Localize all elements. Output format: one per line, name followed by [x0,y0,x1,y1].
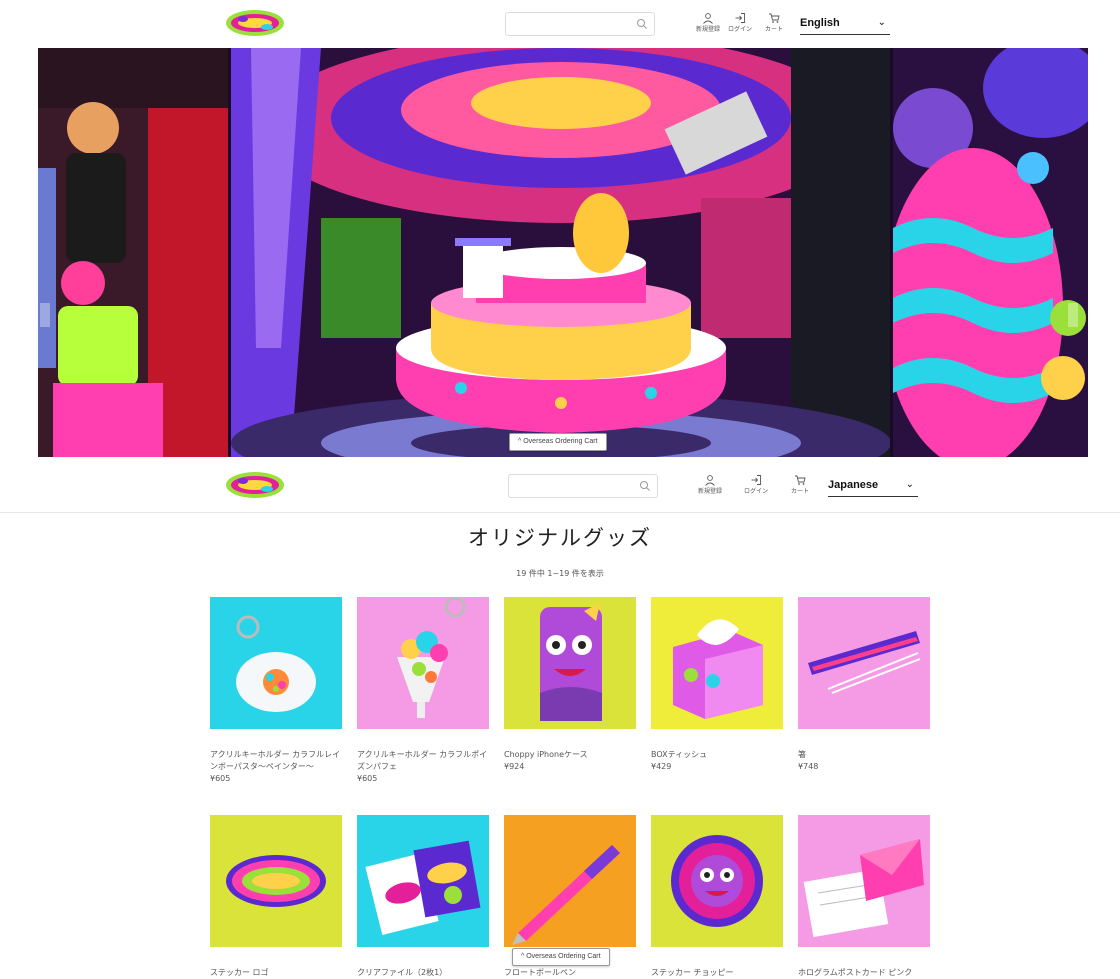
product-card[interactable]: ステッカー ロゴ [210,815,344,979]
kawaii-monster-cafe-logo[interactable] [225,8,285,38]
overseas-cart-label: Overseas Ordering Cart [523,438,598,445]
cart-button[interactable]: カート [782,474,818,502]
cart-icon [795,475,806,485]
hero-slide-center[interactable] [231,48,890,457]
site-header: 新規登録 ログイン カート English ⌄ [0,0,1120,48]
product-image[interactable] [210,815,342,947]
carousel-prev-button[interactable] [40,303,50,327]
search-box[interactable] [508,474,658,499]
signup-button[interactable]: 新規登録 [690,12,726,40]
product-name: ステッカー ロゴ [210,968,269,977]
product-price: ¥429 [651,762,672,771]
result-count: 19 件中 1~19 件を表示 [516,569,604,578]
carousel-next-button[interactable] [1068,303,1078,327]
signup-label: 新規登録 [697,488,722,495]
cart-icon [769,13,780,23]
product-card[interactable]: クリアファイル（2枚1） [357,815,491,979]
product-image[interactable] [651,815,783,947]
product-image[interactable] [504,597,636,729]
product-image[interactable] [798,597,930,729]
product-image[interactable] [651,597,783,729]
kawaii-monster-cafe-logo[interactable] [225,470,285,500]
product-card[interactable]: ステッカー チョッピー [651,815,785,979]
product-image[interactable] [798,815,930,947]
product-card[interactable]: アクリルキーホルダー カラフルレインボーパスタ〜ペインター〜 ¥605 [210,597,344,785]
language-select[interactable]: English ⌄ [800,14,890,35]
product-price: ¥924 [504,762,525,771]
hero-slide-left[interactable] [38,48,228,457]
header-divider [0,512,1120,513]
overseas-cart-label: Overseas Ordering Cart [526,953,601,960]
cart-button[interactable]: カート [756,12,792,40]
product-card[interactable]: BOXティッシュ ¥429 [651,597,785,773]
product-name: アクリルキーホルダー カラフルレインボーパスタ〜ペインター〜 [210,750,341,771]
overseas-cart-button[interactable]: ^ Overseas Ordering Cart [509,433,607,451]
product-card[interactable]: 箸 ¥748 [798,597,932,773]
product-card[interactable]: アクリルキーホルダー カラフルポイズンパフェ ¥605 [357,597,491,785]
login-icon [735,13,745,23]
language-value: English [800,17,840,29]
product-image[interactable] [357,815,489,947]
overseas-cart-button[interactable]: ^ Overseas Ordering Cart [512,948,610,966]
product-name: クリアファイル（2枚1） [357,968,448,977]
signup-label: 新規登録 [695,26,720,33]
hero-carousel[interactable] [38,48,1088,457]
language-select[interactable]: Japanese ⌄ [828,476,918,497]
login-button[interactable]: ログイン [722,12,758,40]
signup-button[interactable]: 新規登録 [692,474,728,502]
product-card[interactable]: Choppy iPhoneケース ¥924 [504,597,638,773]
product-price: ¥605 [210,774,231,783]
search-input[interactable] [513,476,637,499]
page-title: オリジナルグッズ [468,526,652,550]
product-price: ¥748 [798,762,819,771]
cart-label: カート [790,488,809,495]
login-label: ログイン [743,488,768,495]
search-icon[interactable] [639,480,651,492]
sticky-header: 新規登録 ログイン カート Japanese ⌄ [0,462,1120,510]
cart-label: カート [764,26,783,33]
user-icon [703,13,713,24]
login-button[interactable]: ログイン [738,474,774,502]
search-icon[interactable] [636,18,648,30]
product-name: アクリルキーホルダー カラフルポイズンパフェ [357,750,488,771]
product-image[interactable] [210,597,342,729]
login-icon [751,475,761,485]
product-price: ¥605 [357,774,378,783]
product-name: Choppy iPhoneケース [504,750,588,759]
product-name: ホログラムポストカード ピンク [798,968,913,977]
product-image[interactable] [357,597,489,729]
product-name: ステッカー チョッピー [651,968,734,977]
product-name: フロートボールペン [504,968,576,977]
product-image[interactable] [504,815,636,947]
chevron-down-icon: ⌄ [905,479,914,490]
language-value: Japanese [828,479,879,491]
chevron-down-icon: ⌄ [877,17,886,28]
login-label: ログイン [727,26,752,33]
search-input[interactable] [510,14,634,37]
hero-slide-right[interactable] [893,48,1088,457]
user-icon [705,475,715,486]
product-name: BOXティッシュ [651,750,708,759]
product-card[interactable]: ホログラムポストカード ピンク [798,815,932,979]
product-name: 箸 [798,750,806,759]
search-box[interactable] [505,12,655,37]
